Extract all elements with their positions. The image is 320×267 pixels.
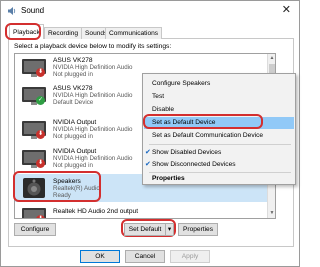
close-button[interactable]: ✕	[282, 4, 291, 16]
device-name: NVIDIA Output	[53, 119, 97, 126]
monitor-icon	[22, 59, 46, 77]
device-status: Default Device	[53, 99, 94, 107]
scroll-up-arrow-icon[interactable]: ▲	[269, 55, 275, 62]
device-status: Ready	[53, 192, 71, 200]
device-description: NVIDIA High Definition Audio	[53, 155, 133, 163]
device-name: NVIDIA Output	[53, 148, 97, 155]
tab-playback[interactable]: Playback	[9, 24, 44, 40]
unplugged-red-badge: ⬇	[36, 159, 45, 168]
default-green-check-badge: ✓	[36, 96, 45, 105]
menu-separator	[149, 144, 291, 145]
scroll-down-arrow-icon[interactable]: ▼	[269, 210, 275, 217]
unplugged-red-badge: ⬇	[36, 68, 45, 77]
tab-recording[interactable]: Recording	[44, 27, 83, 39]
menu-item-test[interactable]: Test	[144, 91, 294, 103]
checkmark-icon: ✔	[145, 149, 151, 156]
device-item[interactable]: ⬇ Realtek HD Audio 2nd output	[15, 204, 275, 218]
menu-item-show-disabled-devices[interactable]: ✔ Show Disabled Devices	[144, 147, 294, 159]
title-bar: Sound ✕	[1, 1, 299, 21]
unplugged-red-badge: ⬇	[36, 215, 45, 218]
apply-button[interactable]: Apply	[170, 250, 210, 263]
device-name: ASUS VK278	[53, 85, 93, 92]
instruction-text: Select a playback device below to modify…	[14, 43, 172, 50]
window-title: Sound	[21, 6, 45, 15]
properties-button[interactable]: Properties	[178, 223, 218, 236]
set-default-button[interactable]: Set Default	[124, 223, 166, 236]
device-name: ASUS VK278	[53, 57, 93, 64]
ok-button[interactable]: OK	[80, 250, 120, 263]
device-status: Not plugged in	[53, 133, 93, 141]
device-description: Realtek(R) Audio	[53, 185, 100, 193]
device-context-menu: Configure Speakers Test Disable Set as D…	[142, 73, 296, 185]
menu-item-label: Show Disabled Devices	[152, 149, 222, 156]
menu-item-set-default-communication-device[interactable]: Set as Default Communication Device	[144, 130, 294, 142]
monitor-icon	[22, 121, 46, 139]
monitor-icon	[22, 87, 46, 105]
device-status: Not plugged in	[53, 162, 93, 170]
device-name: Speakers	[53, 178, 81, 185]
sound-dialog: Sound ✕ Recording Sounds Communications …	[0, 0, 300, 267]
menu-item-show-disconnected-devices[interactable]: ✔ Show Disconnected Devices	[144, 159, 294, 171]
configure-button[interactable]: Configure	[14, 223, 56, 236]
menu-item-configure-speakers[interactable]: Configure Speakers	[144, 78, 294, 90]
set-default-dropdown-arrow-icon[interactable]: ▾	[165, 223, 174, 236]
device-description: NVIDIA High Definition Audio	[53, 64, 133, 72]
tab-communications[interactable]: Communications	[105, 27, 163, 39]
menu-item-set-default-device[interactable]: Set as Default Device	[144, 117, 294, 129]
device-description: NVIDIA High Definition Audio	[53, 126, 133, 134]
tab-strip: Recording Sounds Communications Playback	[8, 24, 294, 40]
menu-item-properties[interactable]: Properties	[144, 173, 294, 185]
monitor-icon	[22, 150, 46, 168]
speaker-icon	[8, 7, 16, 15]
speaker-icon	[23, 178, 45, 198]
menu-item-label: Show Disconnected Devices	[152, 161, 236, 168]
unplugged-red-badge: ⬇	[36, 130, 45, 139]
checkmark-icon: ✔	[145, 161, 151, 168]
device-name: Realtek HD Audio 2nd output	[53, 208, 139, 215]
cancel-button[interactable]: Cancel	[125, 250, 165, 263]
menu-item-disable[interactable]: Disable	[144, 104, 294, 116]
device-description: NVIDIA High Definition Audio	[53, 92, 133, 100]
device-status: Not plugged in	[53, 71, 93, 79]
